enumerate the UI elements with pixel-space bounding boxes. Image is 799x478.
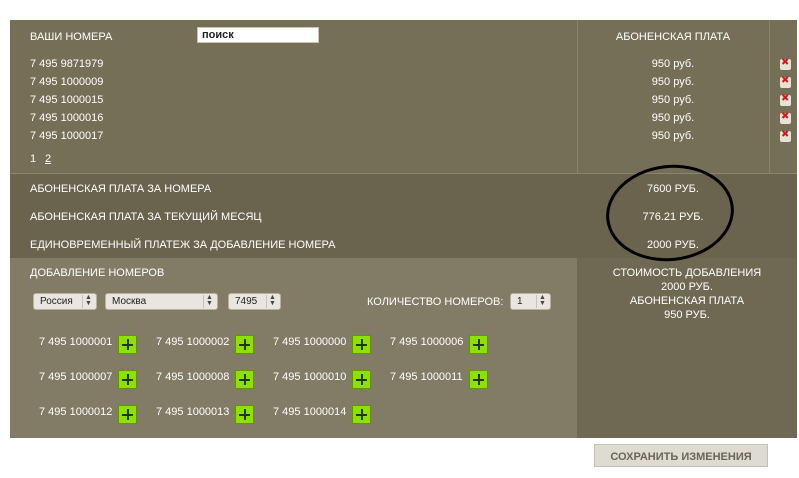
- candidate-number: 7 495 1000000: [273, 336, 347, 348]
- fee-row-2: 950 руб.: [651, 76, 695, 88]
- number-row-5: 7 495 1000017: [30, 130, 104, 142]
- number-row-4: 7 495 1000016: [30, 112, 104, 124]
- country-select-value: Россия: [40, 296, 73, 307]
- number-row-2: 7 495 1000009: [30, 76, 104, 88]
- delete-icon[interactable]: [780, 93, 791, 106]
- fee-header: АБОНЕНСКАЯ ПЛАТА: [615, 31, 731, 43]
- city-select-value: Москва: [112, 296, 147, 307]
- your-numbers-section: ВАШИ НОМЕРА АБОНЕНСКАЯ ПЛАТА 7 495 98719…: [10, 20, 797, 173]
- add-fee-value: 950 РУБ.: [664, 309, 710, 321]
- phone-numbers-panel: ВАШИ НОМЕРА АБОНЕНСКАЯ ПЛАТА 7 495 98719…: [10, 20, 797, 476]
- candidate-number: 7 495 1000001: [39, 336, 113, 348]
- cost-value: 2000 РУБ.: [661, 281, 713, 293]
- number-row-3: 7 495 1000015: [30, 94, 104, 106]
- summary-label-one-time: ЕДИНОВРЕМЕННЫЙ ПЛАТЕЖ ЗА ДОБАВЛЕНИЕ НОМЕ…: [30, 239, 336, 251]
- select-arrows-icon: ▲ ▼: [203, 294, 215, 308]
- add-plus-icon[interactable]: [118, 335, 137, 354]
- candidate-number: 7 495 1000006: [390, 336, 464, 348]
- add-numbers-section: ДОБАВЛЕНИЕ НОМЕРОВ Россия ▲ ▼ Москва ▲ ▼ 7…: [10, 258, 797, 438]
- add-plus-icon[interactable]: [235, 370, 254, 389]
- delete-icon[interactable]: [780, 111, 791, 124]
- add-plus-icon[interactable]: [352, 405, 371, 424]
- page-link-2[interactable]: 2: [45, 153, 51, 165]
- number-row-1: 7 495 9871979: [30, 58, 104, 70]
- fee-row-4: 950 руб.: [651, 112, 695, 124]
- cost-label: СТОИМОСТЬ ДОБАВЛЕНИЯ: [612, 267, 762, 279]
- delete-icon[interactable]: [780, 129, 791, 142]
- your-numbers-title: ВАШИ НОМЕРА: [30, 31, 113, 43]
- add-plus-icon[interactable]: [352, 335, 371, 354]
- candidate-number: 7 495 1000011: [390, 371, 463, 383]
- add-plus-icon[interactable]: [469, 335, 488, 354]
- add-plus-icon[interactable]: [469, 370, 488, 389]
- count-select[interactable]: 1 ▲ ▼: [510, 293, 551, 310]
- footer: СОХРАНИТЬ ИЗМЕНЕНИЯ: [10, 438, 797, 476]
- delete-icon[interactable]: [780, 57, 791, 70]
- candidate-number: 7 495 1000007: [39, 371, 113, 383]
- fee-row-3: 950 руб.: [651, 94, 695, 106]
- add-plus-icon[interactable]: [118, 405, 137, 424]
- delete-icon[interactable]: [780, 75, 791, 88]
- search-input[interactable]: [197, 27, 319, 43]
- add-plus-icon[interactable]: [352, 370, 371, 389]
- city-select[interactable]: Москва ▲ ▼: [105, 293, 218, 310]
- select-arrows-icon: ▲ ▼: [266, 294, 278, 308]
- code-select[interactable]: 7495 ▲ ▼: [228, 293, 281, 310]
- add-plus-icon[interactable]: [235, 335, 254, 354]
- candidate-number: 7 495 1000014: [273, 406, 347, 418]
- candidate-number: 7 495 1000010: [273, 371, 347, 383]
- page-link-1[interactable]: 1: [30, 153, 36, 165]
- add-fee-label: АБОНЕНСКАЯ ПЛАТА: [629, 295, 745, 307]
- save-changes-button[interactable]: СОХРАНИТЬ ИЗМЕНЕНИЯ: [594, 444, 768, 467]
- country-select[interactable]: Россия ▲ ▼: [33, 293, 97, 310]
- add-plus-icon[interactable]: [235, 405, 254, 424]
- candidate-number: 7 495 1000002: [156, 336, 230, 348]
- count-select-value: 1: [517, 296, 523, 307]
- add-numbers-title: ДОБАВЛЕНИЕ НОМЕРОВ: [30, 267, 165, 279]
- select-arrows-icon: ▲ ▼: [536, 294, 548, 308]
- summary-label-current-month: АБОНЕНСКАЯ ПЛАТА ЗА ТЕКУЩИЙ МЕСЯЦ: [30, 211, 262, 223]
- count-label: КОЛИЧЕСТВО НОМЕРОВ:: [367, 296, 504, 308]
- fee-row-1: 950 руб.: [651, 58, 695, 70]
- candidate-number: 7 495 1000008: [156, 371, 230, 383]
- candidate-number: 7 495 1000013: [156, 406, 230, 418]
- select-arrows-icon: ▲ ▼: [82, 294, 94, 308]
- fee-row-5: 950 руб.: [651, 130, 695, 142]
- add-plus-icon[interactable]: [118, 370, 137, 389]
- candidate-number: 7 495 1000012: [39, 406, 113, 418]
- code-select-value: 7495: [235, 296, 258, 307]
- summary-label-numbers-fee: АБОНЕНСКАЯ ПЛАТА ЗА НОМЕРА: [30, 183, 212, 195]
